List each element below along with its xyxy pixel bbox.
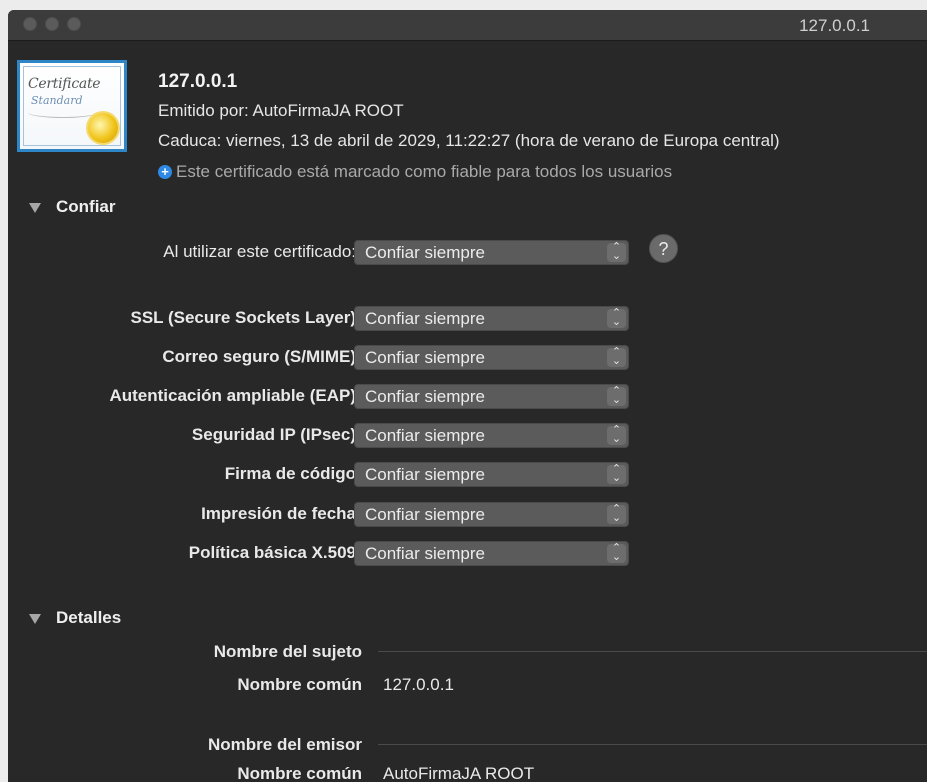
certificate-name: 127.0.0.1 (158, 71, 238, 92)
when-using-select[interactable]: Confiar siempre ⌃ ⌄ (354, 240, 629, 265)
expiry-date: Caduca: viernes, 13 de abril de 2029, 11… (158, 131, 780, 150)
updown-chevron-icon: ⌃ ⌄ (607, 242, 626, 262)
updown-chevron-icon: ⌃ ⌄ (607, 464, 626, 484)
policy-label-ssl: SSL (Secure Sockets Layer) (130, 308, 356, 327)
policy-select-eap[interactable]: Confiar siempre ⌃ ⌄ (354, 384, 629, 409)
updown-chevron-icon: ⌃ ⌄ (607, 308, 626, 328)
updown-chevron-icon: ⌃ ⌄ (607, 504, 626, 524)
window-title: 127.0.0.1 (799, 16, 870, 35)
details-section-title[interactable]: Detalles (56, 608, 121, 628)
policy-label-x509: Política básica X.509 (188, 543, 356, 562)
subject-common-name-label: Nombre común (237, 675, 362, 694)
close-window-button[interactable] (23, 17, 37, 31)
zoom-window-button[interactable] (67, 17, 81, 31)
certificate-icon-subtext: Standard (31, 94, 83, 107)
policy-label-smime: Correo seguro (S/MIME) (162, 347, 356, 366)
policy-label-timestamping: Impresión de fecha (201, 504, 356, 523)
title-bar: 127.0.0.1 (8, 10, 927, 41)
certificate-window: 127.0.0.1 Certificate Standard 127.0.0.1… (8, 10, 927, 782)
policy-label-ipsec: Seguridad IP (IPsec) (191, 425, 356, 444)
issued-by: Emitido por: AutoFirmaJA ROOT (158, 101, 404, 120)
issuer-common-name-value: AutoFirmaJA ROOT (383, 764, 535, 782)
disclosure-triangle-icon[interactable] (29, 614, 41, 624)
policy-label-eap: Autenticación ampliable (EAP) (109, 386, 356, 405)
trust-section-title[interactable]: Confiar (56, 197, 116, 217)
policy-label-code-signing: Firma de código (224, 464, 356, 483)
subject-common-name-value: 127.0.0.1 (383, 675, 454, 694)
when-using-label: Al utilizar este certificado: (163, 242, 356, 261)
updown-chevron-icon: ⌃ ⌄ (607, 386, 626, 406)
updown-chevron-icon: ⌃ ⌄ (607, 543, 626, 563)
policy-select-timestamping[interactable]: Confiar siempre ⌃ ⌄ (354, 502, 629, 527)
minimize-window-button[interactable] (45, 17, 59, 31)
issuer-name-heading: Nombre del emisor (208, 735, 362, 754)
policy-select-code-signing[interactable]: Confiar siempre ⌃ ⌄ (354, 462, 629, 487)
disclosure-triangle-icon[interactable] (29, 203, 41, 213)
policy-select-ipsec[interactable]: Confiar siempre ⌃ ⌄ (354, 423, 629, 448)
plus-circle-icon: + (158, 165, 172, 179)
help-button[interactable]: ? (649, 234, 678, 263)
divider (378, 651, 927, 652)
seal-icon (88, 113, 118, 143)
trust-note: Este certificado está marcado como fiabl… (176, 162, 673, 181)
divider (378, 744, 927, 745)
updown-chevron-icon: ⌃ ⌄ (607, 347, 626, 367)
policy-select-ssl[interactable]: Confiar siempre ⌃ ⌄ (354, 306, 629, 331)
issuer-common-name-label: Nombre común (237, 764, 362, 782)
certificate-icon-text: Certificate (28, 76, 101, 92)
updown-chevron-icon: ⌃ ⌄ (607, 425, 626, 445)
policy-select-smime[interactable]: Confiar siempre ⌃ ⌄ (354, 345, 629, 370)
certificate-icon: Certificate Standard (17, 60, 127, 152)
subject-name-heading: Nombre del sujeto (213, 642, 362, 661)
policy-select-x509[interactable]: Confiar siempre ⌃ ⌄ (354, 541, 629, 566)
